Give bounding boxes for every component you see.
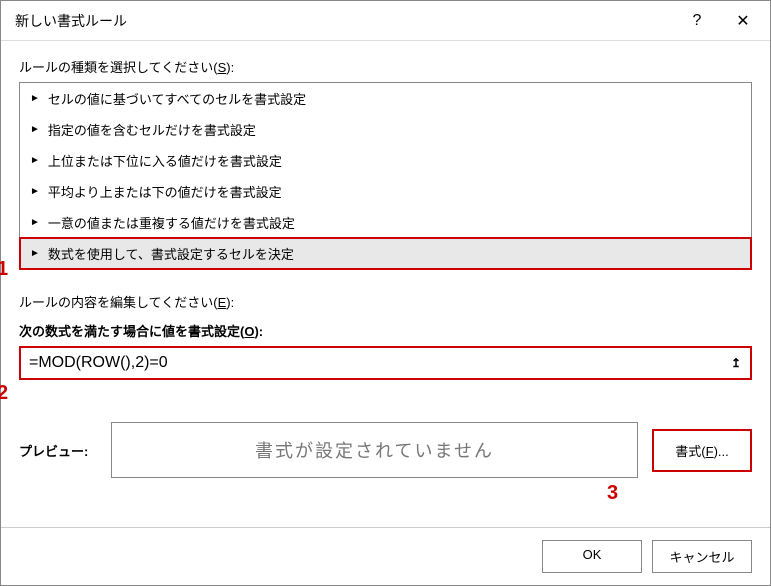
format-button[interactable]: 書式(F)... [652, 429, 752, 472]
bullet-icon: ► [30, 125, 40, 135]
bullet-icon: ► [30, 94, 40, 104]
edit-section: ルールの内容を編集してください(E): 次の数式を満たす場合に値を書式設定(O)… [19, 292, 752, 478]
dialog-content: 1 2 3 ルールの種類を選択してください(S): ► セルの値に基づいてすべて… [1, 41, 770, 527]
formula-input[interactable] [25, 352, 722, 374]
rule-type-label: ルールの種類を選択してください(S): [19, 57, 752, 76]
formula-row: ↥ [19, 346, 752, 380]
annotation-1: 1 [0, 258, 8, 281]
rule-type-text: 一意の値または重複する値だけを書式設定 [48, 213, 295, 232]
rule-type-text: 平均より上または下の値だけを書式設定 [48, 182, 282, 201]
rule-type-text: セルの値に基づいてすべてのセルを書式設定 [48, 89, 306, 108]
titlebar: 新しい書式ルール ? ✕ [1, 1, 770, 41]
rule-type-text: 上位または下位に入る値だけを書式設定 [48, 151, 282, 170]
ok-button[interactable]: OK [542, 540, 642, 573]
bullet-icon: ► [30, 218, 40, 228]
dialog-title: 新しい書式ルール [15, 11, 674, 31]
new-format-rule-dialog: 新しい書式ルール ? ✕ 1 2 3 ルールの種類を選択してください(S): ►… [0, 0, 771, 586]
rule-type-item[interactable]: ► 指定の値を含むセルだけを書式設定 [20, 114, 751, 145]
formula-label: 次の数式を満たす場合に値を書式設定(O): [19, 321, 752, 340]
annotation-3: 3 [607, 482, 618, 505]
rule-type-text: 指定の値を含むセルだけを書式設定 [48, 120, 256, 139]
help-button[interactable]: ? [674, 1, 720, 40]
rule-type-item[interactable]: ► 一意の値または重複する値だけを書式設定 [20, 207, 751, 238]
preview-label: プレビュー: [19, 441, 97, 460]
rule-type-list: ► セルの値に基づいてすべてのセルを書式設定 ► 指定の値を含むセルだけを書式設… [19, 82, 752, 270]
edit-label: ルールの内容を編集してください(E): [19, 292, 752, 311]
dialog-footer: OK キャンセル [1, 527, 770, 585]
bullet-icon: ► [30, 249, 40, 259]
collapse-dialog-icon[interactable]: ↥ [726, 354, 746, 372]
preview-box: 書式が設定されていません [111, 422, 638, 478]
rule-type-item[interactable]: ► 平均より上または下の値だけを書式設定 [20, 176, 751, 207]
rule-type-item[interactable]: ► 上位または下位に入る値だけを書式設定 [20, 145, 751, 176]
rule-type-text: 数式を使用して、書式設定するセルを決定 [48, 244, 294, 263]
close-button[interactable]: ✕ [720, 1, 766, 40]
rule-type-item-selected[interactable]: ► 数式を使用して、書式設定するセルを決定 [20, 238, 751, 269]
annotation-2: 2 [0, 382, 8, 405]
bullet-icon: ► [30, 187, 40, 197]
bullet-icon: ► [30, 156, 40, 166]
preview-row: プレビュー: 書式が設定されていません 書式(F)... [19, 422, 752, 478]
cancel-button[interactable]: キャンセル [652, 540, 752, 573]
rule-type-item[interactable]: ► セルの値に基づいてすべてのセルを書式設定 [20, 83, 751, 114]
